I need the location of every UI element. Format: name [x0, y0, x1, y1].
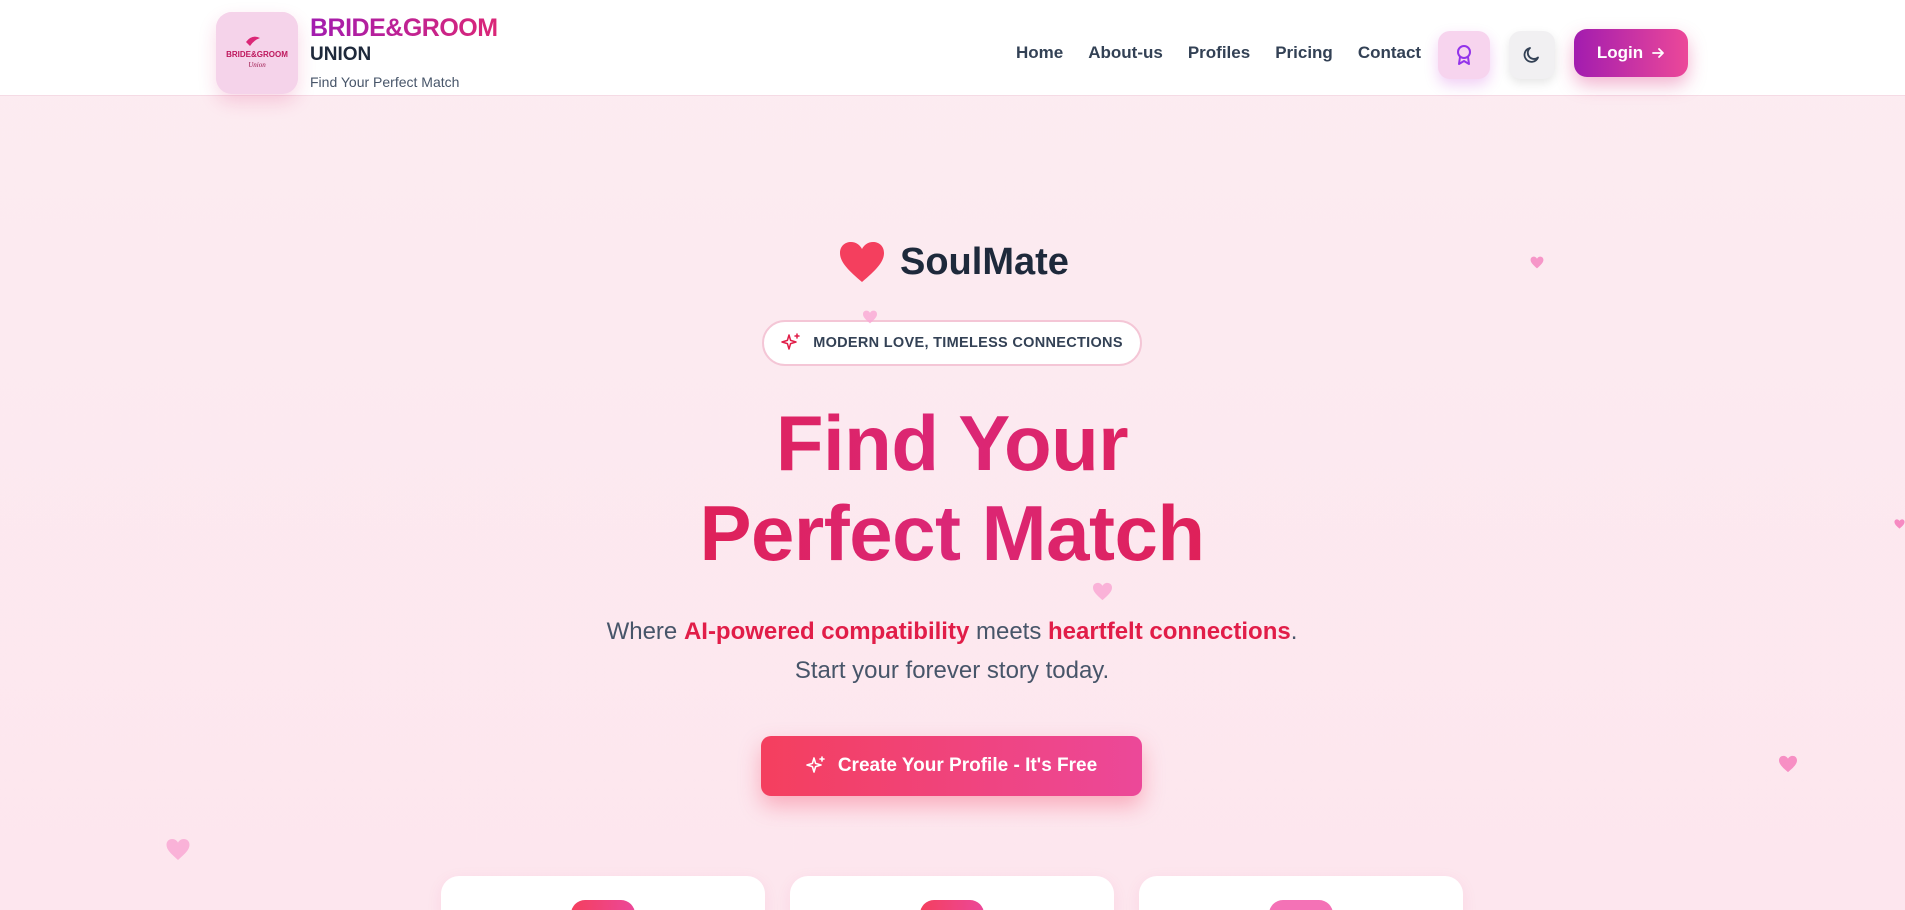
subtitle-post: .: [1290, 618, 1298, 645]
feature-icon: [1269, 900, 1333, 910]
logo-image: BRIDE&GROOM Union: [216, 12, 298, 94]
award-button[interactable]: [1438, 31, 1490, 79]
login-button[interactable]: Login: [1574, 29, 1688, 77]
create-profile-label: Create Your Profile - It's Free: [837, 755, 1098, 776]
subtitle-line-2: Start your forever story today.: [794, 657, 1110, 684]
subtitle-mid: meets: [969, 618, 1049, 645]
nav-home[interactable]: Home: [1016, 43, 1063, 63]
floating-heart-icon: [1093, 582, 1112, 601]
feature-card: [790, 876, 1114, 910]
subtitle-pre: Where: [606, 618, 684, 645]
feature-card: [441, 876, 765, 910]
brand-logo[interactable]: BRIDE&GROOM Union: [216, 12, 298, 94]
nav-profiles[interactable]: Profiles: [1188, 43, 1250, 63]
nav-about-us[interactable]: About-us: [1088, 43, 1163, 63]
hero-headline: Find Your Perfect Match: [552, 398, 1352, 578]
floating-heart-icon: [1779, 755, 1797, 773]
floating-heart-icon: [1530, 256, 1544, 269]
sparkles-icon: [806, 756, 825, 773]
login-label: Login: [1596, 43, 1644, 62]
svg-text:Union: Union: [248, 61, 266, 69]
soulmate-label: SoulMate: [900, 240, 1069, 283]
moon-icon: [1523, 47, 1539, 63]
heart-icon: [840, 242, 884, 282]
headline-line-2: Perfect Match: [699, 489, 1205, 577]
headline-line-1: Find Your: [775, 399, 1129, 487]
floating-heart-icon: [863, 310, 877, 324]
tagline-pill-text: MODERN LOVE, TIMELESS CONNECTIONS: [813, 335, 1123, 351]
award-icon: [1457, 45, 1471, 65]
arrow-right-icon: [1652, 48, 1665, 58]
feature-icon: [571, 900, 635, 910]
subtitle-line-1: Where AI-powered compatibility meets hea…: [452, 612, 1452, 651]
sparkles-icon: [781, 333, 800, 350]
theme-toggle-button[interactable]: [1509, 31, 1555, 79]
feature-card: [1139, 876, 1463, 910]
svg-text:BRIDE&GROOM: BRIDE&GROOM: [226, 50, 288, 59]
feature-icon: [920, 900, 984, 910]
nav-pricing[interactable]: Pricing: [1275, 43, 1333, 63]
create-profile-button[interactable]: Create Your Profile - It's Free: [761, 736, 1142, 796]
nav-contact[interactable]: Contact: [1358, 43, 1421, 63]
subtitle-highlight-heartfelt: heartfelt connections: [1048, 618, 1291, 645]
hero-subtitle: Where AI-powered compatibility meets hea…: [452, 612, 1452, 690]
site-header: BRIDE&GROOM Union BRIDE&GROOM UNION Find…: [0, 0, 1905, 96]
floating-heart-icon: [1894, 519, 1905, 529]
subtitle-highlight-ai: AI-powered compatibility: [683, 618, 970, 645]
brand-title: BRIDE&GROOM: [310, 14, 498, 42]
brand-tagline: Find Your Perfect Match: [310, 74, 460, 90]
tagline-pill: MODERN LOVE, TIMELESS CONNECTIONS: [762, 320, 1142, 366]
floating-heart-icon: [166, 839, 190, 860]
soulmate-brand: SoulMate: [838, 240, 1069, 284]
brand-subtitle: UNION: [310, 44, 372, 65]
main-nav: Home About-us Profiles Pricing Contact: [1016, 43, 1421, 63]
